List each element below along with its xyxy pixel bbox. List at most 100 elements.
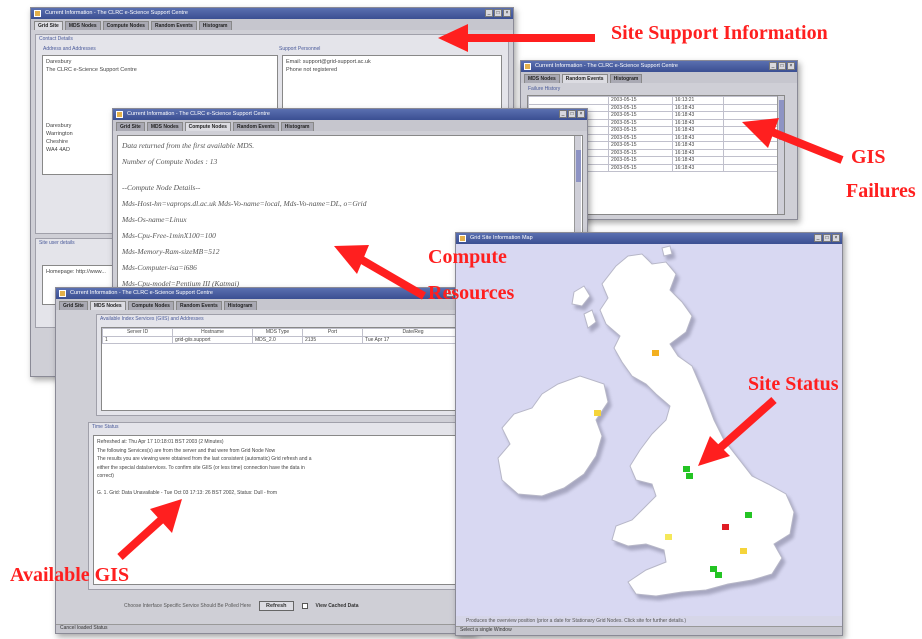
column-header[interactable]: Server ID <box>102 328 173 337</box>
site-marker-manchester-2[interactable] <box>686 473 693 479</box>
date-cell: 2003-05-15 <box>608 126 673 135</box>
support-label: Support Personnel <box>279 46 321 52</box>
failure-history-label: Failure History <box>528 86 561 92</box>
window-title: Current Information - The CLRC e-Science… <box>70 290 213 296</box>
time-cell: 16:18:43 <box>671 163 725 172</box>
tab-compute-nodes[interactable]: Compute Nodes <box>102 21 149 30</box>
arrow-gis-failures-icon <box>742 118 844 164</box>
tab-mds-nodes[interactable]: MDS Nodes <box>89 301 126 310</box>
label-gis-failures-1: GIS <box>851 146 886 168</box>
date-cell: 2003-05-15 <box>608 111 673 120</box>
table-row[interactable]: 1 grid-giis.support MDS_2.0 2135 Tue Apr… <box>102 335 464 344</box>
tab-grid-site[interactable]: Grid Site <box>116 122 145 131</box>
cached-label: View Cached Data <box>315 603 359 609</box>
compute-line: Number of Compute Nodes : 13 <box>122 157 218 166</box>
close-icon[interactable]: × <box>577 110 585 118</box>
column-header[interactable]: Hostname <box>172 328 253 337</box>
site-marker-southampton-2[interactable] <box>715 572 722 578</box>
close-icon[interactable]: × <box>503 9 511 17</box>
label-site-support: Site Support Information <box>611 22 828 44</box>
close-icon[interactable]: × <box>787 62 795 70</box>
tab-compute-nodes[interactable]: Compute Nodes <box>127 301 174 310</box>
gis-footer: Choose Interface Specific Service Should… <box>88 598 470 614</box>
map-status-bar: Select a single Window <box>456 626 842 635</box>
time-cell: 16:18:43 <box>671 148 725 157</box>
status-line <box>97 481 461 489</box>
app-icon <box>34 10 41 17</box>
site-marker-belfast[interactable] <box>594 410 601 416</box>
maximize-icon[interactable]: □ <box>823 234 831 242</box>
site-marker-scotland[interactable] <box>652 350 659 356</box>
compute-line: --Compute Node Details-- <box>122 183 201 192</box>
tab-random-events[interactable]: Random Events <box>175 301 222 310</box>
footer-text: Choose Interface Specific Service Should… <box>124 603 252 609</box>
tab-random-events[interactable]: Random Events <box>232 122 279 131</box>
label-compute-1: Compute <box>428 246 507 268</box>
tab-grid-site[interactable]: Grid Site <box>59 301 88 310</box>
date-cell: 2003-05-15 <box>608 118 673 127</box>
status-line: The following Services(s) are from the s… <box>97 447 276 454</box>
compute-line: Data returned from the first available M… <box>122 141 255 150</box>
site-marker-southampton-1[interactable] <box>710 566 717 572</box>
tab-histogram[interactable]: Histogram <box>609 74 643 83</box>
column-header[interactable]: Port <box>302 328 363 337</box>
maximize-icon[interactable]: □ <box>494 9 502 17</box>
date-cell: 2003-05-15 <box>608 156 673 165</box>
close-icon[interactable]: × <box>832 234 840 242</box>
column-header[interactable]: MDS Type <box>252 328 303 337</box>
arrow-site-status-icon <box>698 397 777 466</box>
time-status-label: Time Status <box>92 424 119 430</box>
arrow-available-gis-icon <box>117 499 182 560</box>
date-cell: 2003-05-15 <box>608 96 673 105</box>
port-cell: 2135 <box>302 335 363 344</box>
maximize-icon[interactable]: □ <box>568 110 576 118</box>
tab-histogram[interactable]: Histogram <box>280 122 314 131</box>
status-line: correct) <box>97 473 114 479</box>
gis-table[interactable]: Server ID Hostname MDS Type Port Date/Re… <box>101 327 465 411</box>
arrow-site-support-icon <box>438 24 595 52</box>
tab-histogram[interactable]: Histogram <box>198 21 232 30</box>
site-marker-oxford[interactable] <box>722 524 729 530</box>
label-gis-failures-2: Failures <box>846 180 916 202</box>
site-map-titlebar[interactable]: Grid Site Information Map _ □ × <box>456 233 842 244</box>
minimize-icon[interactable]: _ <box>769 62 777 70</box>
column-header[interactable]: Date/Reg <box>362 328 464 337</box>
tab-grid-site[interactable]: Grid Site <box>34 21 63 30</box>
minimize-icon[interactable]: _ <box>485 9 493 17</box>
index-services-label: Available Index Services (GIIS) and Addr… <box>100 316 204 322</box>
status-line: The results you are viewing were obtaine… <box>97 456 312 462</box>
mds-type-cell: MDS_2.0 <box>252 335 303 344</box>
tab-mds-nodes[interactable]: MDS Nodes <box>524 74 560 83</box>
site-marker-london[interactable] <box>740 548 747 554</box>
tab-random-events[interactable]: Random Events <box>561 74 608 83</box>
table-row[interactable]: 2003-05-15 16:13:21 <box>528 96 784 105</box>
date-cell: 2003-05-15 <box>608 163 673 172</box>
compute-titlebar[interactable]: Current Information - The CLRC e-Science… <box>113 109 587 120</box>
site-marker-manchester-1[interactable] <box>683 466 690 472</box>
time-cell: 16:18:43 <box>671 111 725 120</box>
time-cell: 16:18:43 <box>671 118 725 127</box>
cached-checkbox[interactable] <box>301 603 308 609</box>
index-services-panel: Available Index Services (GIIS) and Addr… <box>96 314 470 416</box>
address-line: Daresbury <box>46 59 72 65</box>
minimize-icon[interactable]: _ <box>559 110 567 118</box>
label-available-gis: Available GIS <box>10 564 130 586</box>
minimize-icon[interactable]: _ <box>814 234 822 242</box>
site-marker-bristol[interactable] <box>665 534 672 540</box>
site-support-titlebar[interactable]: Current Information - The CLRC e-Science… <box>31 8 513 19</box>
status-line: G. 1. Grid: Data Unavailable - Tue Oct 0… <box>97 489 277 496</box>
compute-line: Mds-Host-hn=vaprops.dl.ac.uk Mds-Vo-name… <box>122 199 367 208</box>
gis-failures-titlebar[interactable]: Current Information - The CLRC e-Science… <box>521 61 797 72</box>
refresh-button[interactable]: Refresh <box>259 601 294 611</box>
maximize-icon[interactable]: □ <box>778 62 786 70</box>
site-marker-cambridge[interactable] <box>745 512 752 518</box>
tab-mds-nodes[interactable]: MDS Nodes <box>146 122 183 131</box>
tab-mds-nodes[interactable]: MDS Nodes <box>64 21 101 30</box>
tab-random-events[interactable]: Random Events <box>150 21 197 30</box>
tab-compute-nodes[interactable]: Compute Nodes <box>184 122 231 131</box>
tab-bar: Grid Site MDS Nodes Compute Nodes Random… <box>113 120 587 131</box>
address-label: Address and Addresses <box>43 46 96 52</box>
label-compute-2: Resources <box>428 282 515 304</box>
tab-histogram[interactable]: Histogram <box>223 301 257 310</box>
time-cell: 16:18:43 <box>671 156 725 165</box>
